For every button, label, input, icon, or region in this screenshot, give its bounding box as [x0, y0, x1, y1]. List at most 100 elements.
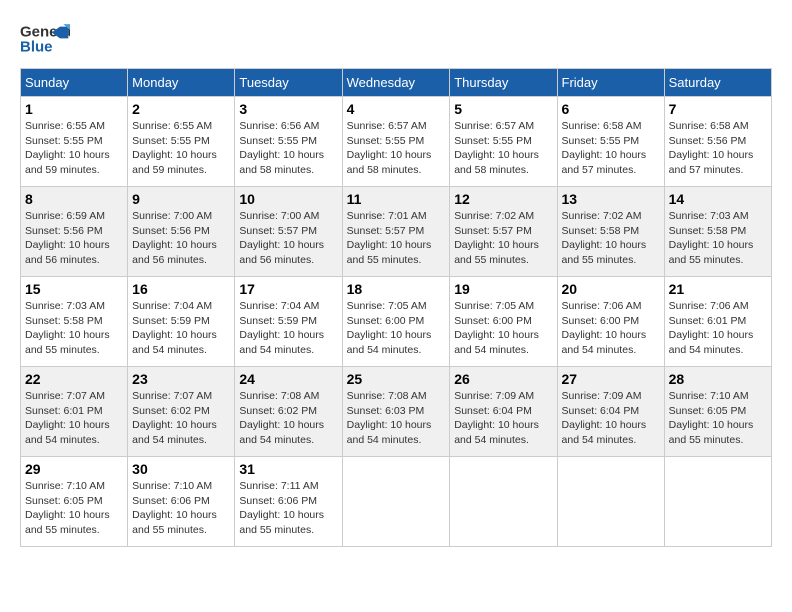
calendar-day-cell: 9 Sunrise: 7:00 AM Sunset: 5:56 PM Daylig… — [128, 187, 235, 277]
calendar-day-cell: 23Sunrise: 7:07 AM Sunset: 6:02 PM Dayli… — [128, 367, 235, 457]
day-number: 17 — [239, 281, 337, 297]
day-number: 6 — [562, 101, 660, 117]
logo-icon: General Blue — [20, 20, 70, 60]
day-number: 21 — [669, 281, 767, 297]
weekday-header-wednesday: Wednesday — [342, 69, 450, 97]
day-number: 4 — [347, 101, 446, 117]
day-number: 18 — [347, 281, 446, 297]
day-info: Sunrise: 7:09 AM Sunset: 6:04 PM Dayligh… — [562, 389, 660, 448]
day-number: 16 — [132, 281, 230, 297]
calendar-day-cell: 20 Sunrise: 7:06 AM Sunset: 6:00 PM Dayli… — [557, 277, 664, 367]
day-info: Sunrise: 7:00 AM Sunset: 5:57 PM Dayligh… — [239, 209, 337, 268]
calendar-day-cell: 14 Sunrise: 7:03 AM Sunset: 5:58 PM Dayli… — [664, 187, 771, 277]
day-info: Sunrise: 7:10 AM Sunset: 6:05 PM Dayligh… — [25, 479, 123, 538]
day-info: Sunrise: 7:06 AM Sunset: 6:01 PM Dayligh… — [669, 299, 767, 358]
day-info: Sunrise: 6:59 AM Sunset: 5:56 PM Dayligh… — [25, 209, 123, 268]
day-number: 15 — [25, 281, 123, 297]
day-number: 3 — [239, 101, 337, 117]
day-number: 20 — [562, 281, 660, 297]
calendar-day-cell: 27 Sunrise: 7:09 AM Sunset: 6:04 PM Dayli… — [557, 367, 664, 457]
calendar-header-row: SundayMondayTuesdayWednesdayThursdayFrid… — [21, 69, 772, 97]
day-info: Sunrise: 7:07 AM Sunset: 6:01 PM Dayligh… — [25, 389, 123, 448]
day-info: Sunrise: 7:05 AM Sunset: 6:00 PM Dayligh… — [454, 299, 552, 358]
day-number: 24 — [239, 371, 337, 387]
day-info: Sunrise: 6:58 AM Sunset: 5:55 PM Dayligh… — [562, 119, 660, 178]
weekday-header-thursday: Thursday — [450, 69, 557, 97]
day-info: Sunrise: 7:05 AM Sunset: 6:00 PM Dayligh… — [347, 299, 446, 358]
calendar-day-cell: 19 Sunrise: 7:05 AM Sunset: 6:00 PM Dayli… — [450, 277, 557, 367]
day-info: Sunrise: 7:02 AM Sunset: 5:57 PM Dayligh… — [454, 209, 552, 268]
calendar-day-cell: 11Sunrise: 7:01 AM Sunset: 5:57 PM Dayli… — [342, 187, 450, 277]
empty-cell — [664, 457, 771, 547]
day-info: Sunrise: 6:55 AM Sunset: 5:55 PM Dayligh… — [132, 119, 230, 178]
calendar-day-cell: 22 Sunrise: 7:07 AM Sunset: 6:01 PM Dayli… — [21, 367, 128, 457]
day-info: Sunrise: 7:08 AM Sunset: 6:02 PM Dayligh… — [239, 389, 337, 448]
day-info: Sunrise: 6:55 AM Sunset: 5:55 PM Dayligh… — [25, 119, 123, 178]
weekday-header-saturday: Saturday — [664, 69, 771, 97]
calendar-day-cell: 10 Sunrise: 7:00 AM Sunset: 5:57 PM Dayli… — [235, 187, 342, 277]
calendar-day-cell: 15 Sunrise: 7:03 AM Sunset: 5:58 PM Dayli… — [21, 277, 128, 367]
day-number: 14 — [669, 191, 767, 207]
day-number: 1 — [25, 101, 123, 117]
day-number: 31 — [239, 461, 337, 477]
calendar-day-cell: 7Sunrise: 6:58 AM Sunset: 5:56 PM Daylig… — [664, 97, 771, 187]
day-number: 19 — [454, 281, 552, 297]
day-info: Sunrise: 7:01 AM Sunset: 5:57 PM Dayligh… — [347, 209, 446, 268]
calendar-week-row: 29Sunrise: 7:10 AM Sunset: 6:05 PM Dayli… — [21, 457, 772, 547]
calendar-week-row: 22 Sunrise: 7:07 AM Sunset: 6:01 PM Dayli… — [21, 367, 772, 457]
day-number: 12 — [454, 191, 552, 207]
weekday-header-sunday: Sunday — [21, 69, 128, 97]
day-number: 10 — [239, 191, 337, 207]
day-number: 2 — [132, 101, 230, 117]
day-info: Sunrise: 6:57 AM Sunset: 5:55 PM Dayligh… — [454, 119, 552, 178]
day-info: Sunrise: 7:11 AM Sunset: 6:06 PM Dayligh… — [239, 479, 337, 538]
calendar-table: SundayMondayTuesdayWednesdayThursdayFrid… — [20, 68, 772, 547]
calendar-day-cell: 16 Sunrise: 7:04 AM Sunset: 5:59 PM Dayli… — [128, 277, 235, 367]
day-info: Sunrise: 7:00 AM Sunset: 5:56 PM Dayligh… — [132, 209, 230, 268]
day-number: 22 — [25, 371, 123, 387]
day-info: Sunrise: 7:10 AM Sunset: 6:05 PM Dayligh… — [669, 389, 767, 448]
calendar-day-cell: 28 Sunrise: 7:10 AM Sunset: 6:05 PM Dayli… — [664, 367, 771, 457]
day-info: Sunrise: 6:56 AM Sunset: 5:55 PM Dayligh… — [239, 119, 337, 178]
day-info: Sunrise: 6:57 AM Sunset: 5:55 PM Dayligh… — [347, 119, 446, 178]
logo: General Blue — [20, 20, 70, 60]
weekday-header-friday: Friday — [557, 69, 664, 97]
day-info: Sunrise: 7:09 AM Sunset: 6:04 PM Dayligh… — [454, 389, 552, 448]
empty-cell — [557, 457, 664, 547]
calendar-day-cell: 5 Sunrise: 6:57 AM Sunset: 5:55 PM Daylig… — [450, 97, 557, 187]
day-info: Sunrise: 7:10 AM Sunset: 6:06 PM Dayligh… — [132, 479, 230, 538]
calendar-day-cell: 13Sunrise: 7:02 AM Sunset: 5:58 PM Dayli… — [557, 187, 664, 277]
calendar-day-cell: 17 Sunrise: 7:04 AM Sunset: 5:59 PM Dayli… — [235, 277, 342, 367]
day-info: Sunrise: 7:03 AM Sunset: 5:58 PM Dayligh… — [669, 209, 767, 268]
calendar-day-cell: 30 Sunrise: 7:10 AM Sunset: 6:06 PM Dayli… — [128, 457, 235, 547]
calendar-day-cell: 18 Sunrise: 7:05 AM Sunset: 6:00 PM Dayli… — [342, 277, 450, 367]
calendar-week-row: 15 Sunrise: 7:03 AM Sunset: 5:58 PM Dayli… — [21, 277, 772, 367]
calendar-day-cell: 25Sunrise: 7:08 AM Sunset: 6:03 PM Dayli… — [342, 367, 450, 457]
day-info: Sunrise: 7:04 AM Sunset: 5:59 PM Dayligh… — [132, 299, 230, 358]
calendar-day-cell: 3 Sunrise: 6:56 AM Sunset: 5:55 PM Daylig… — [235, 97, 342, 187]
calendar-day-cell: 6 Sunrise: 6:58 AM Sunset: 5:55 PM Daylig… — [557, 97, 664, 187]
day-number: 26 — [454, 371, 552, 387]
day-number: 9 — [132, 191, 230, 207]
calendar-day-cell: 24 Sunrise: 7:08 AM Sunset: 6:02 PM Dayli… — [235, 367, 342, 457]
day-number: 5 — [454, 101, 552, 117]
calendar-day-cell: 21 Sunrise: 7:06 AM Sunset: 6:01 PM Dayli… — [664, 277, 771, 367]
day-info: Sunrise: 7:04 AM Sunset: 5:59 PM Dayligh… — [239, 299, 337, 358]
day-number: 28 — [669, 371, 767, 387]
weekday-header-monday: Monday — [128, 69, 235, 97]
day-number: 8 — [25, 191, 123, 207]
day-number: 7 — [669, 101, 767, 117]
calendar-day-cell: 8 Sunrise: 6:59 AM Sunset: 5:56 PM Daylig… — [21, 187, 128, 277]
day-number: 30 — [132, 461, 230, 477]
weekday-header-tuesday: Tuesday — [235, 69, 342, 97]
calendar-day-cell: 1 Sunrise: 6:55 AM Sunset: 5:55 PM Daylig… — [21, 97, 128, 187]
calendar-day-cell: 2 Sunrise: 6:55 AM Sunset: 5:55 PM Daylig… — [128, 97, 235, 187]
day-number: 27 — [562, 371, 660, 387]
calendar-day-cell: 31 Sunrise: 7:11 AM Sunset: 6:06 PM Dayli… — [235, 457, 342, 547]
calendar-day-cell: 26 Sunrise: 7:09 AM Sunset: 6:04 PM Dayli… — [450, 367, 557, 457]
calendar-day-cell: 4 Sunrise: 6:57 AM Sunset: 5:55 PM Daylig… — [342, 97, 450, 187]
day-info: Sunrise: 7:03 AM Sunset: 5:58 PM Dayligh… — [25, 299, 123, 358]
calendar-day-cell: 29Sunrise: 7:10 AM Sunset: 6:05 PM Dayli… — [21, 457, 128, 547]
day-info: Sunrise: 7:02 AM Sunset: 5:58 PM Dayligh… — [562, 209, 660, 268]
day-info: Sunrise: 7:06 AM Sunset: 6:00 PM Dayligh… — [562, 299, 660, 358]
